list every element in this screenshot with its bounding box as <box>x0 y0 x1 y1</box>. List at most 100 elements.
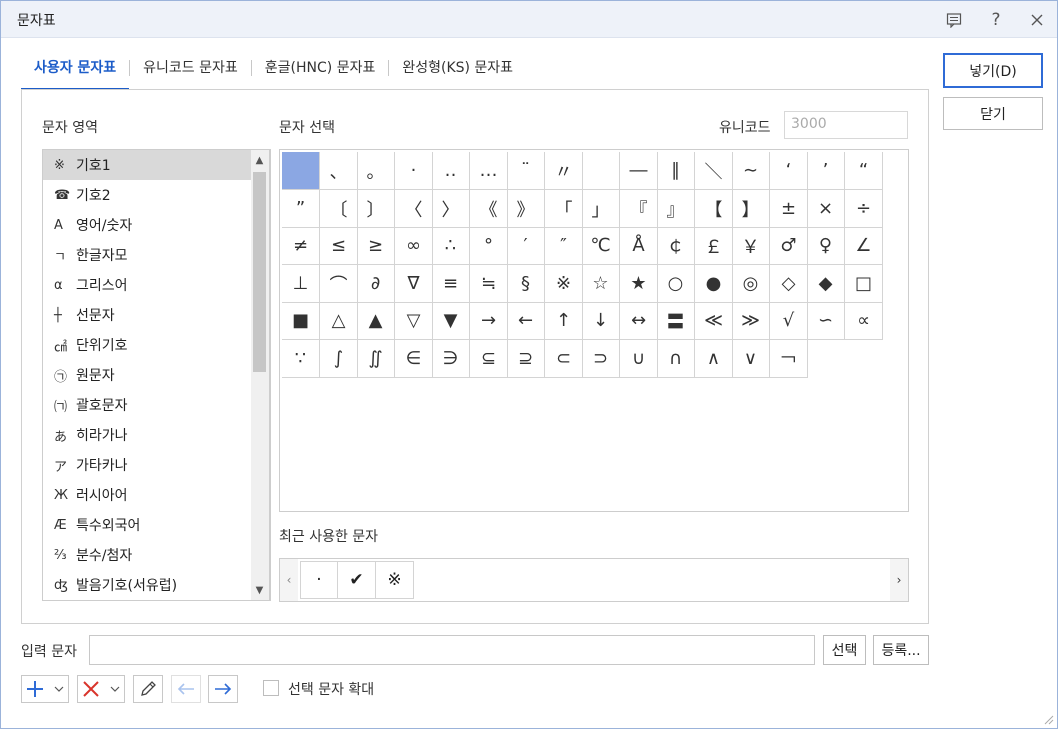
char-cell[interactable]: ° <box>470 227 508 265</box>
tab-unicode-charmap[interactable]: 유니코드 문자표 <box>130 55 251 91</box>
char-cell[interactable]: ⊇ <box>507 340 545 378</box>
recent-char-cell[interactable]: ※ <box>376 561 414 599</box>
area-list-item[interactable]: ⅔ 분수/첨자 <box>43 540 270 570</box>
char-cell[interactable]: 、 <box>320 152 358 190</box>
char-cell[interactable]: § <box>507 265 545 303</box>
char-cell[interactable]: ￠ <box>657 227 695 265</box>
tab-hnc-charmap[interactable]: 훈글(HNC) 문자표 <box>252 55 389 91</box>
recent-next-icon[interactable]: › <box>890 559 908 601</box>
char-cell[interactable]: ∨ <box>732 340 770 378</box>
area-list-scrollbar[interactable]: ▲ ▼ <box>251 149 270 601</box>
char-cell[interactable]: ￥ <box>732 227 770 265</box>
char-cell[interactable]: ▼ <box>432 302 470 340</box>
char-cell[interactable]: ∂ <box>357 265 395 303</box>
char-cell[interactable]: 【 <box>695 190 733 228</box>
char-cell[interactable]: ● <box>695 265 733 303</box>
move-left-button[interactable] <box>171 675 201 703</box>
insert-button[interactable]: 넣기(D) <box>943 53 1043 88</box>
char-cell[interactable]: ∼ <box>732 152 770 190</box>
char-cell[interactable]: ∵ <box>282 340 320 378</box>
tab-ks-charmap[interactable]: 완성형(KS) 문자표 <box>389 55 526 91</box>
char-cell[interactable]: ∠ <box>845 227 883 265</box>
char-cell[interactable]: ± <box>770 190 808 228</box>
char-cell[interactable]: ≡ <box>432 265 470 303</box>
char-cell[interactable]: ≠ <box>282 227 320 265</box>
char-cell[interactable]: ∞ <box>395 227 433 265</box>
char-cell[interactable]: 〕 <box>357 190 395 228</box>
area-list-item[interactable]: あ 히라가나 <box>43 420 270 450</box>
char-cell[interactable]: 〈 <box>395 190 433 228</box>
char-cell[interactable]: ♀ <box>807 227 845 265</box>
char-cell[interactable]: ← <box>507 302 545 340</box>
char-cell[interactable]: 〔 <box>320 190 358 228</box>
char-cell[interactable]: ≒ <box>470 265 508 303</box>
char-cell[interactable]: ∥ <box>657 152 695 190</box>
char-cell[interactable]: ∋ <box>432 340 470 378</box>
char-cell[interactable]: ◎ <box>732 265 770 303</box>
area-list-item[interactable]: ㉠ 원문자 <box>43 360 270 390</box>
area-list-item[interactable]: ʤ 발음기호(서유럽) <box>43 570 270 600</box>
char-cell[interactable]: ♂ <box>770 227 808 265</box>
char-cell[interactable]: ‘ <box>770 152 808 190</box>
char-cell[interactable]: ′ <box>507 227 545 265</box>
char-cell[interactable]: ∫ <box>320 340 358 378</box>
char-cell[interactable]: → <box>470 302 508 340</box>
char-cell[interactable]: Å <box>620 227 658 265</box>
recent-char-cell[interactable]: · <box>300 561 338 599</box>
resize-grip-icon[interactable] <box>1042 713 1054 725</box>
area-list-item[interactable]: ㎠ 단위기호 <box>43 330 270 360</box>
close-icon[interactable] <box>1024 7 1050 33</box>
delete-button[interactable] <box>77 675 125 703</box>
char-cell[interactable]: ∇ <box>395 265 433 303</box>
char-cell[interactable]: 〃 <box>545 152 583 190</box>
add-button[interactable] <box>21 675 69 703</box>
char-cell[interactable]: ￡ <box>695 227 733 265</box>
char-cell[interactable]: ∴ <box>432 227 470 265</box>
char-cell[interactable]: ∈ <box>395 340 433 378</box>
char-cell[interactable]: ◇ <box>770 265 808 303</box>
char-cell[interactable]: ▽ <box>395 302 433 340</box>
char-cell[interactable]: ∧ <box>695 340 733 378</box>
char-cell[interactable]: ″ <box>545 227 583 265</box>
char-cell[interactable]: ∽ <box>807 302 845 340</box>
char-cell[interactable]: ≪ <box>695 302 733 340</box>
char-cell[interactable]: ∪ <box>620 340 658 378</box>
char-cell[interactable]: ↓ <box>582 302 620 340</box>
recent-char-cell[interactable]: ✔ <box>338 561 376 599</box>
scroll-thumb[interactable] <box>253 172 266 372</box>
char-cell[interactable]: ★ <box>620 265 658 303</box>
char-cell[interactable]: ￢ <box>770 340 808 378</box>
char-cell[interactable]: × <box>807 190 845 228</box>
area-list-item[interactable]: ㈀ 괄호문자 <box>43 390 270 420</box>
input-field[interactable] <box>89 635 815 665</box>
scroll-down-icon[interactable]: ▼ <box>251 580 268 600</box>
char-cell[interactable]: △ <box>320 302 358 340</box>
char-cell[interactable]: ∩ <box>657 340 695 378</box>
char-cell[interactable]: ⊆ <box>470 340 508 378</box>
char-cell[interactable]: ↑ <box>545 302 583 340</box>
comment-icon[interactable] <box>941 7 967 33</box>
char-cell[interactable]: ⊂ <box>545 340 583 378</box>
char-cell[interactable]: ◆ <box>807 265 845 303</box>
char-cell[interactable] <box>282 152 320 190</box>
char-cell[interactable]: ※ <box>545 265 583 303</box>
area-list-item[interactable]: ㄱ 한글자모 <box>43 240 270 270</box>
select-button[interactable]: 선택 <box>823 635 866 665</box>
char-cell[interactable]: · <box>395 152 433 190</box>
char-cell[interactable]: ’ <box>807 152 845 190</box>
char-cell[interactable]: ℃ <box>582 227 620 265</box>
unicode-input[interactable]: 3000 <box>784 111 908 139</box>
char-cell[interactable]: ↔ <box>620 302 658 340</box>
area-list-item[interactable]: ア 가타카나 <box>43 450 270 480</box>
char-cell[interactable]: ¨ <box>507 152 545 190</box>
enlarge-checkbox[interactable] <box>263 680 279 696</box>
register-button[interactable]: 등록... <box>873 635 929 665</box>
edit-button[interactable] <box>133 675 163 703</box>
area-list-item[interactable]: Ж 러시아어 <box>43 480 270 510</box>
char-cell[interactable]: √ <box>770 302 808 340</box>
char-cell[interactable]: ⊃ <box>582 340 620 378</box>
char-cell[interactable]: ⊥ <box>282 265 320 303</box>
char-cell[interactable]: □ <box>845 265 883 303</box>
scroll-up-icon[interactable]: ▲ <box>251 150 268 170</box>
char-cell[interactable]: ≤ <box>320 227 358 265</box>
